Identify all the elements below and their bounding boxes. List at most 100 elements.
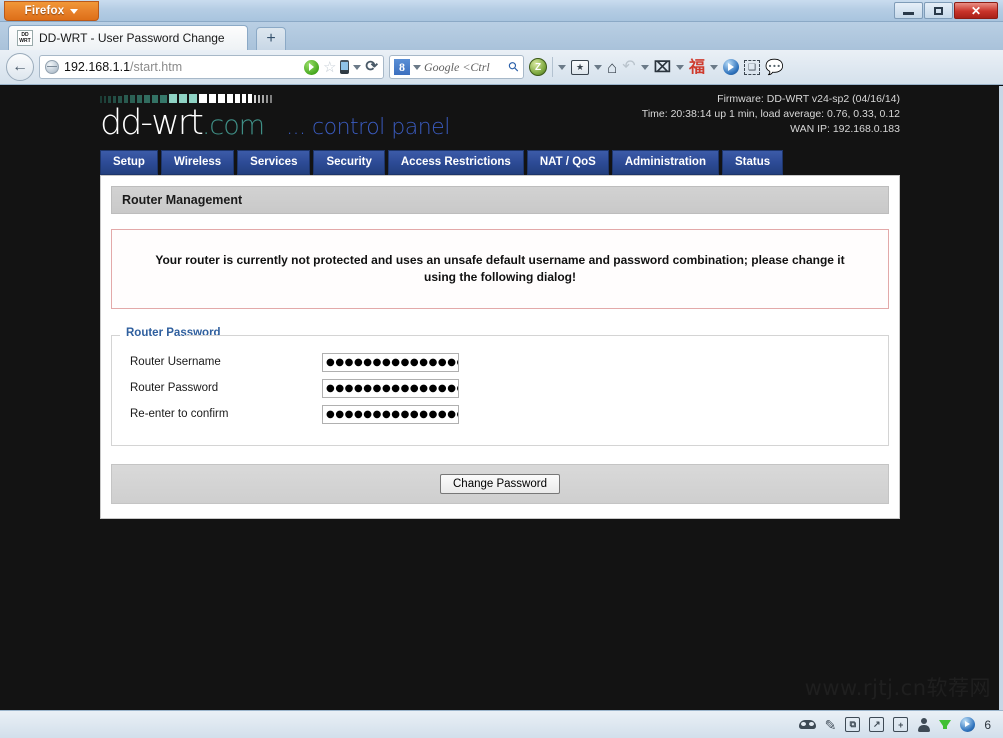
section-title: Router Management <box>111 186 889 214</box>
globe-icon <box>45 60 59 74</box>
url-text: 192.168.1.1/start.htm <box>64 60 182 74</box>
nav-tab-administration[interactable]: Administration <box>611 150 719 175</box>
signal-tick <box>218 94 225 103</box>
nav-tab-access-restrictions[interactable]: Access Restrictions <box>387 150 524 175</box>
download-icon[interactable] <box>939 720 952 729</box>
nav-tab-services[interactable]: Services <box>237 150 311 175</box>
home-icon: ⌂ <box>607 57 618 77</box>
signal-tick <box>169 94 177 103</box>
signal-tick <box>144 95 150 103</box>
undo-button[interactable]: ↶ <box>622 59 635 75</box>
nav-tab-label: Services <box>250 156 298 168</box>
nav-tab-nat-qos[interactable]: NAT / QoS <box>526 150 609 175</box>
chevron-down-icon[interactable] <box>413 64 421 70</box>
form-row-password: Router Password ●●●●●●●●●●●●●●● <box>122 375 878 401</box>
search-magnifier-icon[interactable]: ⚲ <box>505 58 523 76</box>
ddwrt-header: dd-wrt.com ... control panel Firmware: DD… <box>100 86 900 148</box>
crop-button[interactable]: ⌧ <box>654 60 671 75</box>
home-button[interactable]: ⌂ <box>607 59 617 76</box>
restore-icon <box>934 6 943 15</box>
firefox-menu-label: Firefox <box>24 5 65 17</box>
search-engine-letter: 8 <box>399 59 405 74</box>
search-bar[interactable]: 8 Google <Ctrl ⚲ <box>389 55 524 79</box>
chevron-down-icon <box>70 8 79 14</box>
signal-tick <box>152 95 158 103</box>
undo-icon: ↶ <box>622 58 636 75</box>
signal-tick <box>108 96 111 103</box>
nav-tab-label: NAT / QoS <box>539 156 596 168</box>
minimize-button[interactable] <box>894 2 923 19</box>
speech-bubble-icon: 💬 <box>765 58 784 76</box>
chevron-down-icon[interactable] <box>353 64 362 70</box>
reload-icon[interactable]: ⟳ <box>365 59 378 74</box>
signal-tick <box>113 96 116 103</box>
page-scrollbar[interactable] <box>999 86 1003 710</box>
nav-tab-label: Security <box>326 156 372 168</box>
screenshot-button[interactable]: ❑ <box>744 59 760 75</box>
nav-tab-status[interactable]: Status <box>721 150 784 175</box>
back-button[interactable]: ← <box>6 53 34 81</box>
chevron-down-icon[interactable] <box>558 64 566 70</box>
router-password-input[interactable]: ●●●●●●●●●●●●●●● <box>322 378 459 398</box>
crop-icon: ⌧ <box>653 58 671 76</box>
bookmark-star-icon[interactable]: ☆ <box>323 60 336 75</box>
zotero-icon: Z <box>529 58 547 76</box>
new-tab-button[interactable]: + <box>256 27 286 50</box>
nav-tab-security[interactable]: Security <box>313 150 385 175</box>
chevron-down-icon[interactable] <box>675 64 684 70</box>
close-icon: ✕ <box>970 3 982 18</box>
share-icon[interactable]: ↗ <box>869 717 885 732</box>
firmware-info: Firmware: DD-WRT v24-sp2 (04/16/14) <box>717 93 900 105</box>
zotero-button[interactable]: Z <box>529 58 547 76</box>
reenter-confirm-input[interactable]: ●●●●●●●●●●●●●●● <box>322 404 459 424</box>
media-orb-icon[interactable] <box>960 717 976 732</box>
mobile-view-icon[interactable] <box>340 60 350 74</box>
brush-icon[interactable]: ✎ <box>825 718 837 732</box>
url-host: 192.168.1.1 <box>64 60 131 74</box>
nav-tab-label: Status <box>734 156 771 168</box>
add-box-icon[interactable]: + <box>893 717 909 732</box>
fu-character-button[interactable]: 福 <box>689 59 705 75</box>
nav-tab-label: Setup <box>113 156 145 168</box>
ddwrt-page: dd-wrt.com ... control panel Firmware: DD… <box>100 86 900 519</box>
url-bar-icons: ☆ ⟳ <box>303 59 378 75</box>
person-icon[interactable] <box>917 717 931 732</box>
close-button[interactable]: ✕ <box>954 2 998 19</box>
signal-tick <box>199 94 207 103</box>
router-username-input[interactable]: ●●●●●●●●●●●●●●● <box>322 352 459 372</box>
browser-tab-ddwrt[interactable]: DD WRT DD-WRT - User Password Change <box>8 25 248 50</box>
media-player-button[interactable] <box>723 59 739 75</box>
nav-tab-label: Administration <box>624 156 706 168</box>
google-search-icon[interactable]: 8 <box>394 59 410 75</box>
nav-tab-setup[interactable]: Setup <box>100 150 158 175</box>
tab-title: DD-WRT - User Password Change <box>39 31 225 45</box>
router-username-label: Router Username <box>130 356 221 368</box>
mask-icon[interactable] <box>798 720 816 729</box>
bookmark-icon: ★ <box>571 59 589 75</box>
chevron-down-icon[interactable] <box>594 64 602 70</box>
signal-tick <box>258 95 260 103</box>
watermark: www.rjtj.cn软荐网 <box>804 676 991 700</box>
search-input[interactable]: Google <Ctrl <box>424 60 490 75</box>
nav-tab-wireless[interactable]: Wireless <box>160 150 235 175</box>
router-password-label: Router Password <box>130 382 219 394</box>
speech-bubble-button[interactable]: 💬 <box>765 60 784 75</box>
copy-icon[interactable]: ⧉ <box>845 717 861 732</box>
title-bar: Firefox ✕ <box>0 0 1003 22</box>
signal-tick <box>124 95 128 103</box>
reenter-confirm-label: Re-enter to confirm <box>130 408 229 420</box>
media-player-icon <box>723 59 739 75</box>
url-bar[interactable]: 192.168.1.1/start.htm ☆ ⟳ <box>39 55 384 79</box>
form-row-confirm: Re-enter to confirm ●●●●●●●●●●●●●●● <box>122 401 878 427</box>
signal-tick <box>104 96 106 103</box>
restore-button[interactable] <box>924 2 953 19</box>
chevron-down-icon[interactable] <box>710 64 718 70</box>
back-arrow-icon: ← <box>12 58 28 75</box>
change-password-button[interactable]: Change Password <box>440 474 560 494</box>
chevron-down-icon[interactable] <box>640 64 649 70</box>
bookmarks-button[interactable]: ★ <box>571 59 589 75</box>
screenshot-icon: ❑ <box>744 59 760 75</box>
go-icon[interactable] <box>303 59 319 75</box>
firefox-menu-button[interactable]: Firefox <box>4 1 99 21</box>
window-controls: ✕ <box>894 2 998 19</box>
